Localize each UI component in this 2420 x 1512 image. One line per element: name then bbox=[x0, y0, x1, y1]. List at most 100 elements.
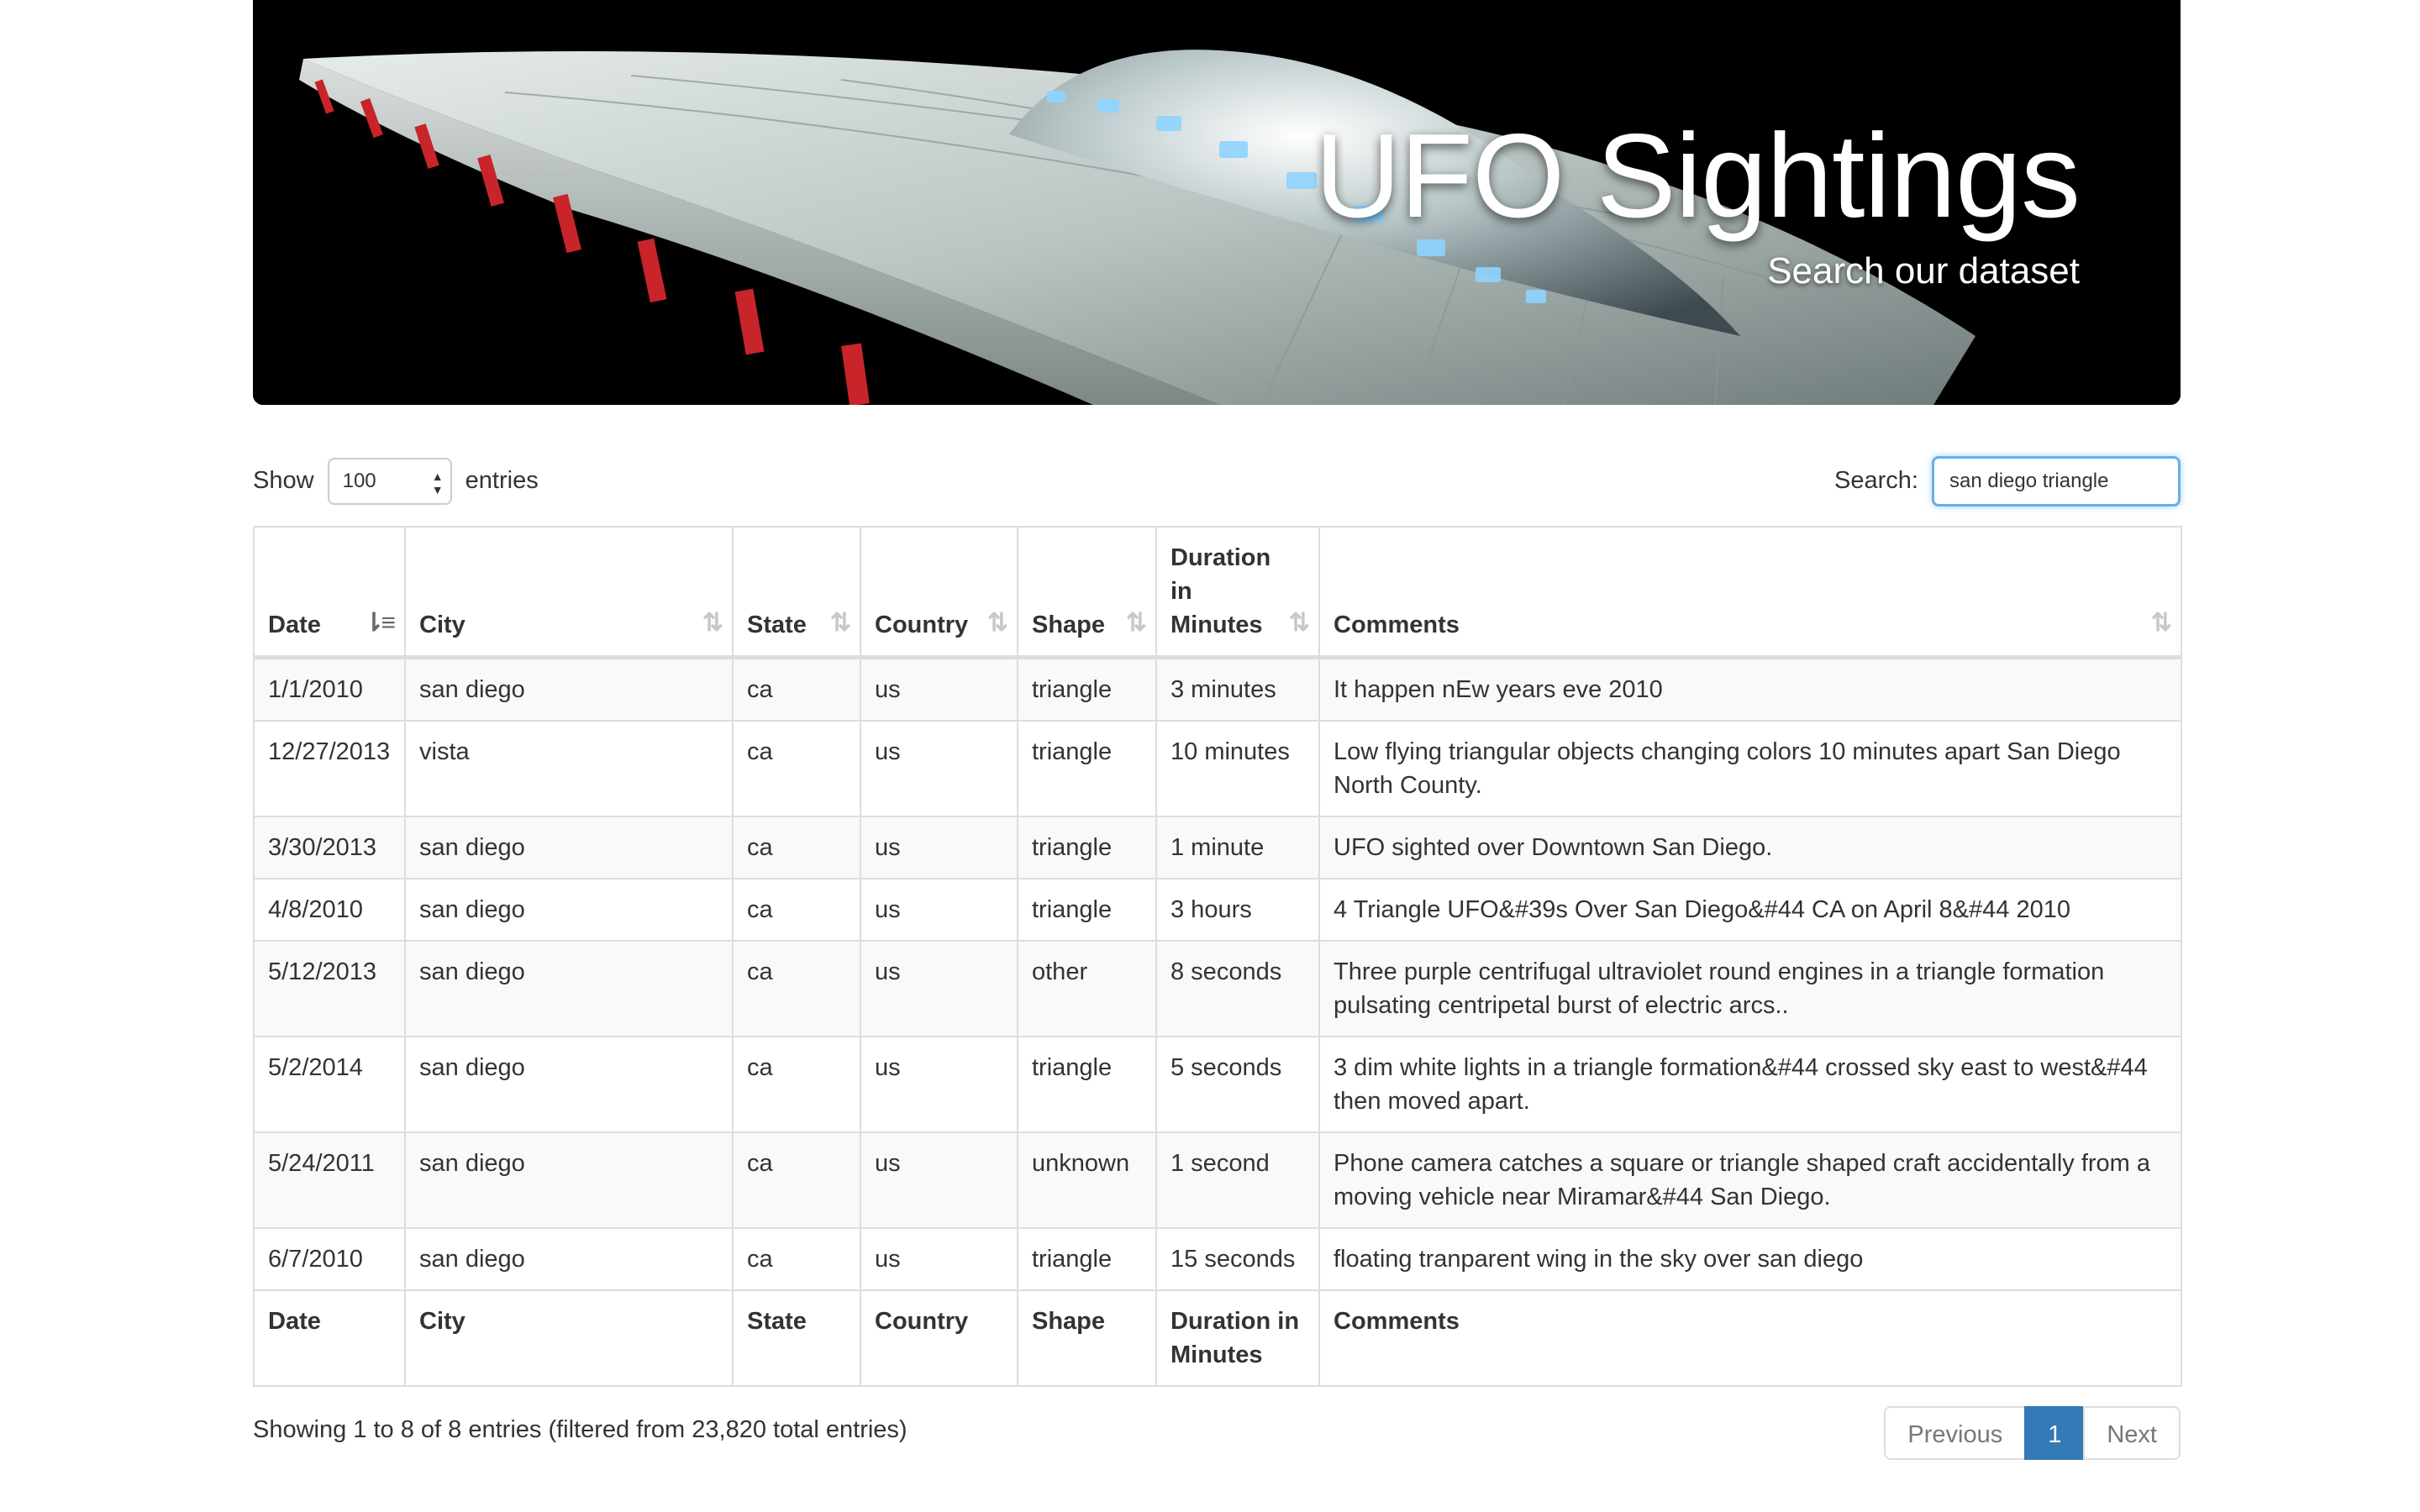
cell-country: us bbox=[860, 1131, 1018, 1229]
column-header-label: Duration in Minutes bbox=[1171, 544, 1271, 638]
cell-duration: 10 minutes bbox=[1155, 720, 1320, 817]
cell-city: san diego bbox=[404, 940, 734, 1037]
cell-duration: 5 seconds bbox=[1155, 1036, 1320, 1133]
footer-header-city: City bbox=[404, 1289, 734, 1387]
column-header-shape[interactable]: Shape ⇅ bbox=[1017, 526, 1157, 659]
column-header-city[interactable]: City ⇅ bbox=[404, 526, 734, 659]
cell-shape: triangle bbox=[1017, 656, 1157, 722]
cell-comments: 3 dim white lights in a triangle formati… bbox=[1318, 1036, 2182, 1133]
cell-state: ca bbox=[732, 1227, 861, 1291]
select-arrows-icon: ▲ ▼ bbox=[431, 470, 444, 497]
cell-shape: triangle bbox=[1017, 878, 1157, 942]
cell-city: san diego bbox=[404, 656, 734, 722]
cell-duration: 1 second bbox=[1155, 1131, 1320, 1229]
entries-label: entries bbox=[465, 467, 539, 494]
sort-icon: ⇅ bbox=[1125, 609, 1147, 637]
table-row: 5/24/2011 san diego ca us unknown 1 seco… bbox=[253, 1131, 2182, 1229]
cell-date: 3/30/2013 bbox=[253, 816, 406, 879]
search-label: Search: bbox=[1833, 467, 1918, 494]
cell-country: us bbox=[860, 878, 1018, 942]
footer-header-date: Date bbox=[253, 1289, 406, 1387]
cell-country: us bbox=[860, 720, 1018, 817]
cell-date: 5/2/2014 bbox=[253, 1036, 406, 1133]
table-row: 3/30/2013 san diego ca us triangle 1 min… bbox=[253, 816, 2182, 879]
column-header-label: City bbox=[419, 612, 466, 638]
cell-duration: 1 minute bbox=[1155, 816, 1320, 879]
footer-header-duration: Duration in Minutes bbox=[1155, 1289, 1320, 1387]
cell-date: 1/1/2010 bbox=[253, 656, 406, 722]
page-container: UFO Sightings Search our dataset Show 10… bbox=[253, 0, 2182, 1460]
cell-date: 12/27/2013 bbox=[253, 720, 406, 817]
pagination: Previous 1 Next bbox=[1884, 1406, 2181, 1460]
cell-state: ca bbox=[732, 720, 861, 817]
cell-duration: 3 hours bbox=[1155, 878, 1320, 942]
cell-country: us bbox=[860, 1036, 1018, 1133]
cell-country: us bbox=[860, 1227, 1018, 1291]
cell-state: ca bbox=[732, 1036, 861, 1133]
cell-comments: Low flying triangular objects changing c… bbox=[1318, 720, 2182, 817]
table-controls: Show 100 ▲ ▼ entries Search: san diego tr… bbox=[253, 455, 2181, 507]
footer-header-shape: Shape bbox=[1017, 1289, 1157, 1387]
column-header-duration[interactable]: Duration in Minutes ⇅ bbox=[1155, 526, 1320, 659]
footer-header-country: Country bbox=[860, 1289, 1018, 1387]
page-title: UFO Sightings bbox=[1314, 109, 2081, 243]
table-footer: Date City State Country Shape Duration i… bbox=[253, 1289, 2182, 1387]
next-page-button[interactable]: Next bbox=[2083, 1406, 2181, 1460]
cell-comments: UFO sighted over Downtown San Diego. bbox=[1318, 816, 2182, 879]
cell-state: ca bbox=[732, 940, 861, 1037]
page-length-value: 100 bbox=[342, 470, 376, 493]
cell-city: san diego bbox=[404, 1227, 734, 1291]
cell-shape: other bbox=[1017, 940, 1157, 1037]
cell-city: san diego bbox=[404, 1131, 734, 1229]
column-header-label: State bbox=[747, 612, 807, 638]
cell-shape: triangle bbox=[1017, 1036, 1157, 1133]
cell-date: 5/24/2011 bbox=[253, 1131, 406, 1229]
column-header-state[interactable]: State ⇅ bbox=[732, 526, 861, 659]
previous-page-button[interactable]: Previous bbox=[1884, 1406, 2027, 1460]
column-header-label: Shape bbox=[1032, 612, 1106, 638]
cell-shape: triangle bbox=[1017, 720, 1157, 817]
column-header-label: Comments bbox=[1334, 612, 1460, 638]
hero-banner: UFO Sightings Search our dataset bbox=[253, 0, 2181, 405]
cell-comments: Three purple centrifugal ultraviolet rou… bbox=[1318, 940, 2182, 1037]
table-body: 1/1/2010 san diego ca us triangle 3 minu… bbox=[253, 656, 2182, 1291]
column-header-label: Country bbox=[875, 612, 969, 638]
sort-icon: ⇅ bbox=[2150, 609, 2172, 637]
search-input[interactable]: san diego triangle bbox=[1932, 456, 2181, 507]
page-subtitle: Search our dataset bbox=[1767, 250, 2080, 291]
table-row: 12/27/2013 vista ca us triangle 10 minut… bbox=[253, 720, 2182, 817]
page-length-select[interactable]: 100 ▲ ▼ bbox=[327, 458, 452, 506]
column-header-country[interactable]: Country ⇅ bbox=[860, 526, 1018, 659]
column-header-comments[interactable]: Comments ⇅ bbox=[1318, 526, 2182, 659]
cell-state: ca bbox=[732, 656, 861, 722]
cell-state: ca bbox=[732, 1131, 861, 1229]
cell-date: 6/7/2010 bbox=[253, 1227, 406, 1291]
sort-icon: ⇅ bbox=[1288, 609, 1310, 637]
table-row: 5/12/2013 san diego ca us other 8 second… bbox=[253, 940, 2182, 1037]
page-1-button[interactable]: 1 bbox=[2024, 1406, 2086, 1460]
cell-duration: 15 seconds bbox=[1155, 1227, 1320, 1291]
cell-city: san diego bbox=[404, 878, 734, 942]
sort-icon: ⇅ bbox=[829, 609, 851, 637]
cell-comments: floating tranparent wing in the sky over… bbox=[1318, 1227, 2182, 1291]
table-row: 4/8/2010 san diego ca us triangle 3 hour… bbox=[253, 878, 2182, 942]
table-row: 6/7/2010 san diego ca us triangle 15 sec… bbox=[253, 1227, 2182, 1291]
table-info: Showing 1 to 8 of 8 entries (filtered fr… bbox=[253, 1416, 908, 1443]
cell-country: us bbox=[860, 940, 1018, 1037]
sightings-table: Date ⇂≡ City ⇅ State ⇅ Country ⇅ Shape ⇅ Dura… bbox=[253, 526, 2182, 1387]
column-header-label: Date bbox=[268, 612, 321, 638]
cell-duration: 8 seconds bbox=[1155, 940, 1320, 1037]
cell-date: 5/12/2013 bbox=[253, 940, 406, 1037]
sort-icon: ⇅ bbox=[986, 609, 1008, 637]
table-row: 5/2/2014 san diego ca us triangle 5 seco… bbox=[253, 1036, 2182, 1133]
cell-shape: triangle bbox=[1017, 816, 1157, 879]
table-header: Date ⇂≡ City ⇅ State ⇅ Country ⇅ Shape ⇅ Dura… bbox=[253, 526, 2182, 659]
search-control: Search: san diego triangle bbox=[1833, 455, 2181, 507]
footer-header-comments: Comments bbox=[1318, 1289, 2182, 1387]
sort-icon: ⇅ bbox=[702, 609, 723, 637]
column-header-date[interactable]: Date ⇂≡ bbox=[253, 526, 406, 659]
cell-state: ca bbox=[732, 816, 861, 879]
cell-duration: 3 minutes bbox=[1155, 656, 1320, 722]
table-row: 1/1/2010 san diego ca us triangle 3 minu… bbox=[253, 656, 2182, 722]
cell-city: vista bbox=[404, 720, 734, 817]
